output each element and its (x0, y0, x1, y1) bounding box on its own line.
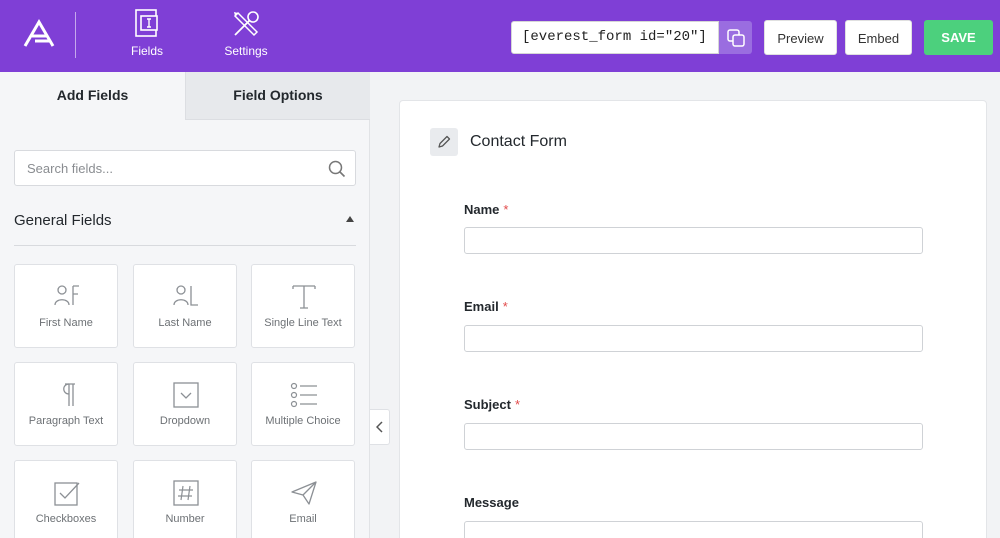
edit-title-button[interactable] (430, 128, 458, 156)
copy-icon (726, 28, 745, 47)
field-email[interactable]: Email (251, 460, 355, 538)
nav-fields-label: Fields (130, 44, 163, 58)
nav-fields[interactable]: Fields (112, 8, 182, 58)
collapse-caret-icon[interactable] (346, 216, 354, 222)
form-builder-canvas: Contact Form Name * Email * Subject * Messa… (399, 100, 987, 538)
pencil-icon (438, 135, 451, 148)
general-fields-header[interactable]: General Fields (14, 212, 356, 246)
message-textarea[interactable] (464, 521, 923, 538)
field-multiple-choice[interactable]: Multiple Choice (251, 362, 355, 446)
field-label: Number (165, 513, 205, 525)
top-toolbar: Fields Settings [everest_form id="20"] P… (0, 0, 1000, 72)
field-label-text: Name (464, 202, 500, 217)
number-icon (173, 480, 199, 506)
form-title: Contact Form (470, 133, 567, 150)
chevron-left-icon (375, 421, 383, 433)
name-input[interactable] (464, 227, 923, 254)
tab-field-options[interactable]: Field Options (185, 72, 370, 120)
field-last-name[interactable]: Last Name (133, 264, 237, 348)
name-field-label: Name * (464, 202, 508, 217)
checkbox-icon (54, 482, 80, 506)
everest-forms-logo[interactable] (22, 18, 56, 52)
field-dropdown[interactable]: Dropdown (133, 362, 237, 446)
field-label: Last Name (158, 317, 212, 329)
field-label: First Name (39, 317, 93, 329)
nav-settings-label: Settings (224, 44, 268, 58)
paragraph-icon (63, 383, 75, 406)
field-label-text: Email (464, 299, 499, 314)
shortcode-field[interactable]: [everest_form id="20"] (511, 21, 719, 54)
email-input[interactable] (464, 325, 923, 352)
subject-input[interactable] (464, 423, 923, 450)
search-icon[interactable] (328, 160, 346, 178)
collapse-sidebar-button[interactable] (370, 409, 390, 445)
field-single-line-text[interactable]: Single Line Text (251, 264, 355, 348)
required-mark: * (502, 299, 508, 314)
section-title: General Fields (14, 212, 112, 229)
dropdown-icon (173, 382, 199, 408)
text-icon (292, 285, 316, 309)
last-name-icon (173, 285, 198, 306)
save-button[interactable]: SAVE (924, 20, 993, 55)
search-box (14, 150, 356, 186)
multiple-choice-icon (290, 382, 317, 408)
field-label: Email (289, 513, 317, 525)
required-mark: * (514, 397, 521, 412)
required-mark: * (503, 202, 509, 217)
search-input[interactable] (15, 151, 315, 185)
paper-plane-icon (291, 481, 317, 505)
copy-shortcode-button[interactable] (719, 21, 752, 54)
field-label: Paragraph Text (28, 415, 104, 427)
embed-button[interactable]: Embed (845, 20, 912, 55)
header-divider (75, 12, 76, 58)
message-field-label: Message (464, 495, 523, 510)
subject-field-label: Subject * (464, 397, 520, 412)
form-fields-icon (135, 9, 158, 37)
first-name-icon (54, 285, 79, 306)
tools-icon (233, 11, 259, 37)
fields-sidebar: Add Fields Field Options General Fields … (0, 72, 370, 538)
field-number[interactable]: Number (133, 460, 237, 538)
field-label: Single Line Text (264, 317, 342, 329)
field-label: Multiple Choice (265, 415, 341, 427)
field-label-text: Message (464, 495, 519, 510)
preview-button[interactable]: Preview (764, 20, 837, 55)
field-paragraph-text[interactable]: Paragraph Text (14, 362, 118, 446)
nav-settings[interactable]: Settings (211, 8, 281, 58)
field-label: Dropdown (159, 415, 211, 427)
field-first-name[interactable]: First Name (14, 264, 118, 348)
tab-add-fields[interactable]: Add Fields (0, 72, 185, 120)
field-label: Checkboxes (35, 513, 97, 525)
field-label-text: Subject (464, 397, 511, 412)
field-checkboxes[interactable]: Checkboxes (14, 460, 118, 538)
email-field-label: Email * (464, 299, 508, 314)
